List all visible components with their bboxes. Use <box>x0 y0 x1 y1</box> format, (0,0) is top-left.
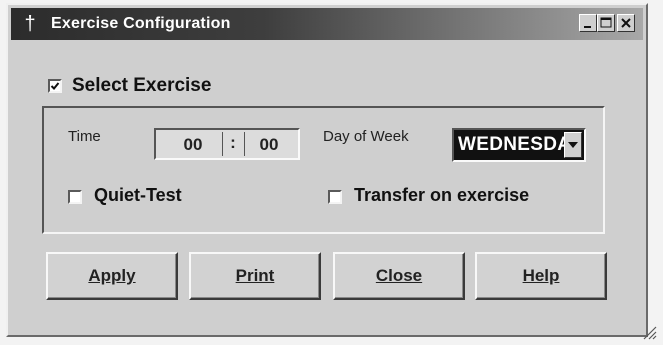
window-title: Exercise Configuration <box>51 15 231 32</box>
chevron-down-icon <box>568 142 578 148</box>
select-exercise-label[interactable]: Select Exercise <box>72 75 211 97</box>
close-button[interactable]: Close <box>333 252 465 300</box>
day-of-week-select[interactable]: WEDNESDAY <box>452 128 586 162</box>
pin-icon: † <box>24 13 36 35</box>
help-button[interactable]: Help <box>475 252 607 300</box>
checkmark-icon <box>50 82 60 90</box>
exercise-settings-group <box>42 106 605 234</box>
print-button[interactable]: Print <box>189 252 321 300</box>
maximize-button[interactable] <box>597 14 615 32</box>
maximize-icon <box>600 17 612 28</box>
title-bar[interactable]: † Exercise Configuration <box>11 8 643 40</box>
day-of-week-label: Day of Week <box>323 128 409 145</box>
close-icon <box>621 18 631 28</box>
resize-grip-icon[interactable] <box>641 324 657 340</box>
select-exercise-checkbox[interactable] <box>48 79 62 93</box>
transfer-on-exercise-label[interactable]: Transfer on exercise <box>354 185 529 206</box>
transfer-on-exercise-checkbox[interactable] <box>328 190 342 204</box>
minimize-icon <box>584 26 591 28</box>
time-hours-field[interactable]: 00 <box>174 135 212 155</box>
time-separator: : <box>230 133 236 152</box>
minimize-button[interactable] <box>579 14 597 32</box>
time-minutes-field[interactable]: 00 <box>250 135 288 155</box>
time-input[interactable]: 00 : 00 <box>154 128 300 160</box>
time-label: Time <box>68 128 101 145</box>
dropdown-button[interactable] <box>564 132 582 158</box>
time-divider <box>244 132 245 156</box>
apply-button[interactable]: Apply <box>46 252 178 300</box>
quiet-test-label[interactable]: Quiet-Test <box>94 185 182 206</box>
time-divider <box>222 132 223 156</box>
quiet-test-checkbox[interactable] <box>68 190 82 204</box>
close-window-button[interactable] <box>617 14 635 32</box>
day-of-week-value[interactable]: WEDNESDAY <box>458 134 564 156</box>
